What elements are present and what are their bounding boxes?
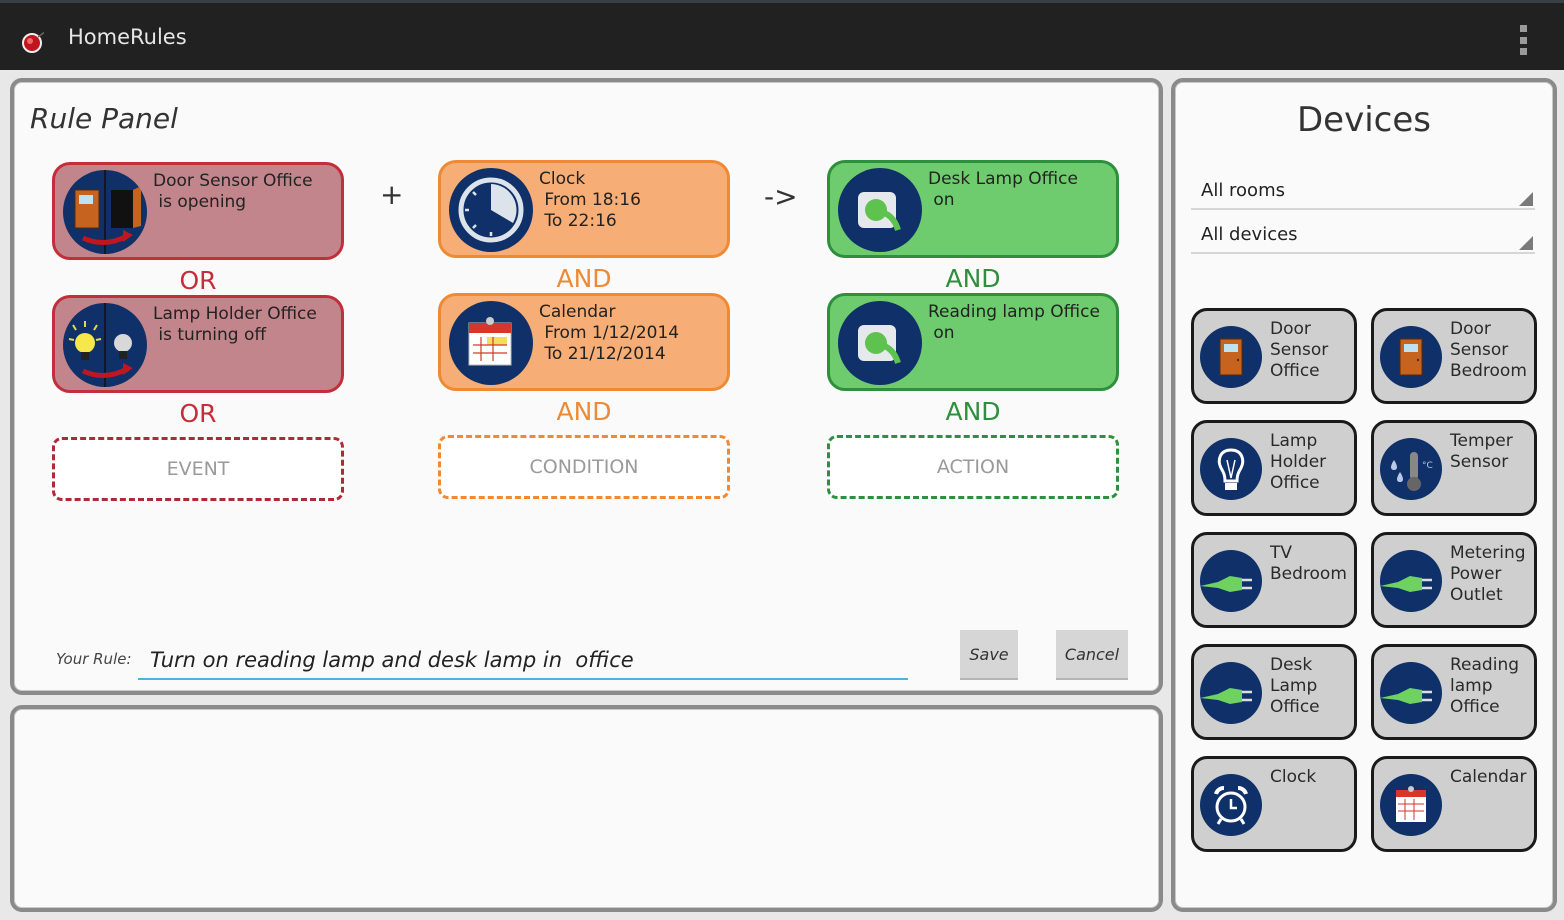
condition-operator: AND	[556, 397, 612, 426]
device-label: Calendar	[1450, 767, 1527, 787]
event-card[interactable]: Lamp Holder Office is turning off	[52, 295, 344, 393]
action-text: Reading lamp Office on	[928, 302, 1100, 343]
lamp-turning-off-icon	[63, 303, 147, 387]
app-logo-icon	[22, 31, 44, 53]
device-card[interactable]: Door Sensor Bedroom	[1371, 308, 1537, 404]
devices-filter-value: All devices	[1201, 224, 1298, 245]
rooms-filter-value: All rooms	[1201, 180, 1285, 201]
device-label: Door Sensor Bedroom	[1450, 319, 1527, 381]
device-card[interactable]: Desk Lamp Office	[1191, 644, 1357, 740]
device-card[interactable]: Door Sensor Office	[1191, 308, 1357, 404]
devices-filter-select[interactable]: All devices	[1191, 214, 1535, 254]
event-drop-slot[interactable]: EVENT	[52, 437, 344, 501]
action-operator: AND	[945, 264, 1001, 293]
event-text: Lamp Holder Office is turning off	[153, 304, 317, 345]
alarm-clock-icon	[1200, 774, 1262, 836]
device-card[interactable]: Metering Power Outlet	[1371, 532, 1537, 628]
rooms-filter-select[interactable]: All rooms	[1191, 170, 1535, 210]
device-label: Lamp Holder Office	[1270, 431, 1327, 493]
plug-icon	[1200, 550, 1262, 612]
device-card[interactable]: Reading lamp Office	[1371, 644, 1537, 740]
action-card[interactable]: Reading lamp Office on	[827, 293, 1119, 391]
action-operator: AND	[945, 397, 1001, 426]
device-card[interactable]: Calendar	[1371, 756, 1537, 852]
device-label: Clock	[1270, 767, 1317, 787]
action-drop-slot[interactable]: ACTION	[827, 435, 1119, 499]
rule-panel-title: Rule Panel	[30, 102, 178, 135]
dropdown-triangle-icon	[1519, 192, 1533, 206]
action-card[interactable]: Desk Lamp Office on	[827, 160, 1119, 258]
device-label: Door Sensor Office	[1270, 319, 1329, 381]
event-text: Door Sensor Office is opening	[153, 171, 313, 212]
device-card[interactable]: °C Temper Sensor	[1371, 420, 1537, 516]
app-bar: HomeRules	[0, 0, 1564, 70]
devices-title: Devices	[1297, 100, 1431, 140]
device-label: Metering Power Outlet	[1450, 543, 1526, 605]
rule-name-input[interactable]	[138, 642, 908, 680]
condition-text: Clock From 18:16 To 22:16	[539, 169, 641, 231]
overflow-menu-icon[interactable]	[1516, 25, 1530, 55]
device-card[interactable]: Lamp Holder Office	[1191, 420, 1357, 516]
lightbulb-icon	[1200, 438, 1262, 500]
temperature-humidity-icon: °C	[1380, 438, 1442, 500]
plug-icon	[1380, 662, 1442, 724]
action-text: Desk Lamp Office on	[928, 169, 1078, 210]
event-card[interactable]: Door Sensor Office is opening	[52, 162, 344, 260]
plug-icon	[1200, 662, 1262, 724]
calendar-icon	[1380, 774, 1442, 836]
device-label: Desk Lamp Office	[1270, 655, 1320, 717]
rule-panel: Rule Panel Door Sensor Office is opening…	[10, 78, 1163, 695]
event-operator: OR	[179, 399, 217, 428]
plug-socket-icon	[838, 168, 922, 252]
device-label: Temper Sensor	[1450, 431, 1513, 472]
door-icon	[1380, 326, 1442, 388]
plug-socket-icon	[838, 301, 922, 385]
device-label: TV Bedroom	[1270, 543, 1347, 584]
rule-label: Your Rule:	[56, 650, 132, 668]
arrow-joiner: ->	[764, 180, 798, 213]
door-icon	[1200, 326, 1262, 388]
door-opening-icon	[63, 170, 147, 254]
condition-drop-slot[interactable]: CONDITION	[438, 435, 730, 499]
event-operator: OR	[179, 266, 217, 295]
plug-icon	[1380, 550, 1442, 612]
calendar-icon	[449, 301, 533, 385]
condition-operator: AND	[556, 264, 612, 293]
save-button[interactable]: Save	[960, 630, 1018, 680]
condition-card[interactable]: Clock From 18:16 To 22:16	[438, 160, 730, 258]
devices-panel: Devices All rooms All devices Door Senso…	[1171, 78, 1557, 912]
app-title: HomeRules	[68, 25, 187, 49]
rules-list-panel	[10, 705, 1163, 912]
plus-joiner: +	[380, 178, 404, 211]
condition-card[interactable]: Calendar From 1/12/2014 To 21/12/2014	[438, 293, 730, 391]
dropdown-triangle-icon	[1519, 236, 1533, 250]
clock-icon	[449, 168, 533, 252]
device-card[interactable]: Clock	[1191, 756, 1357, 852]
cancel-button[interactable]: Cancel	[1056, 630, 1128, 680]
svg-text:°C: °C	[1422, 461, 1433, 471]
device-card[interactable]: TV Bedroom	[1191, 532, 1357, 628]
condition-text: Calendar From 1/12/2014 To 21/12/2014	[539, 302, 680, 364]
device-label: Reading lamp Office	[1450, 655, 1520, 717]
